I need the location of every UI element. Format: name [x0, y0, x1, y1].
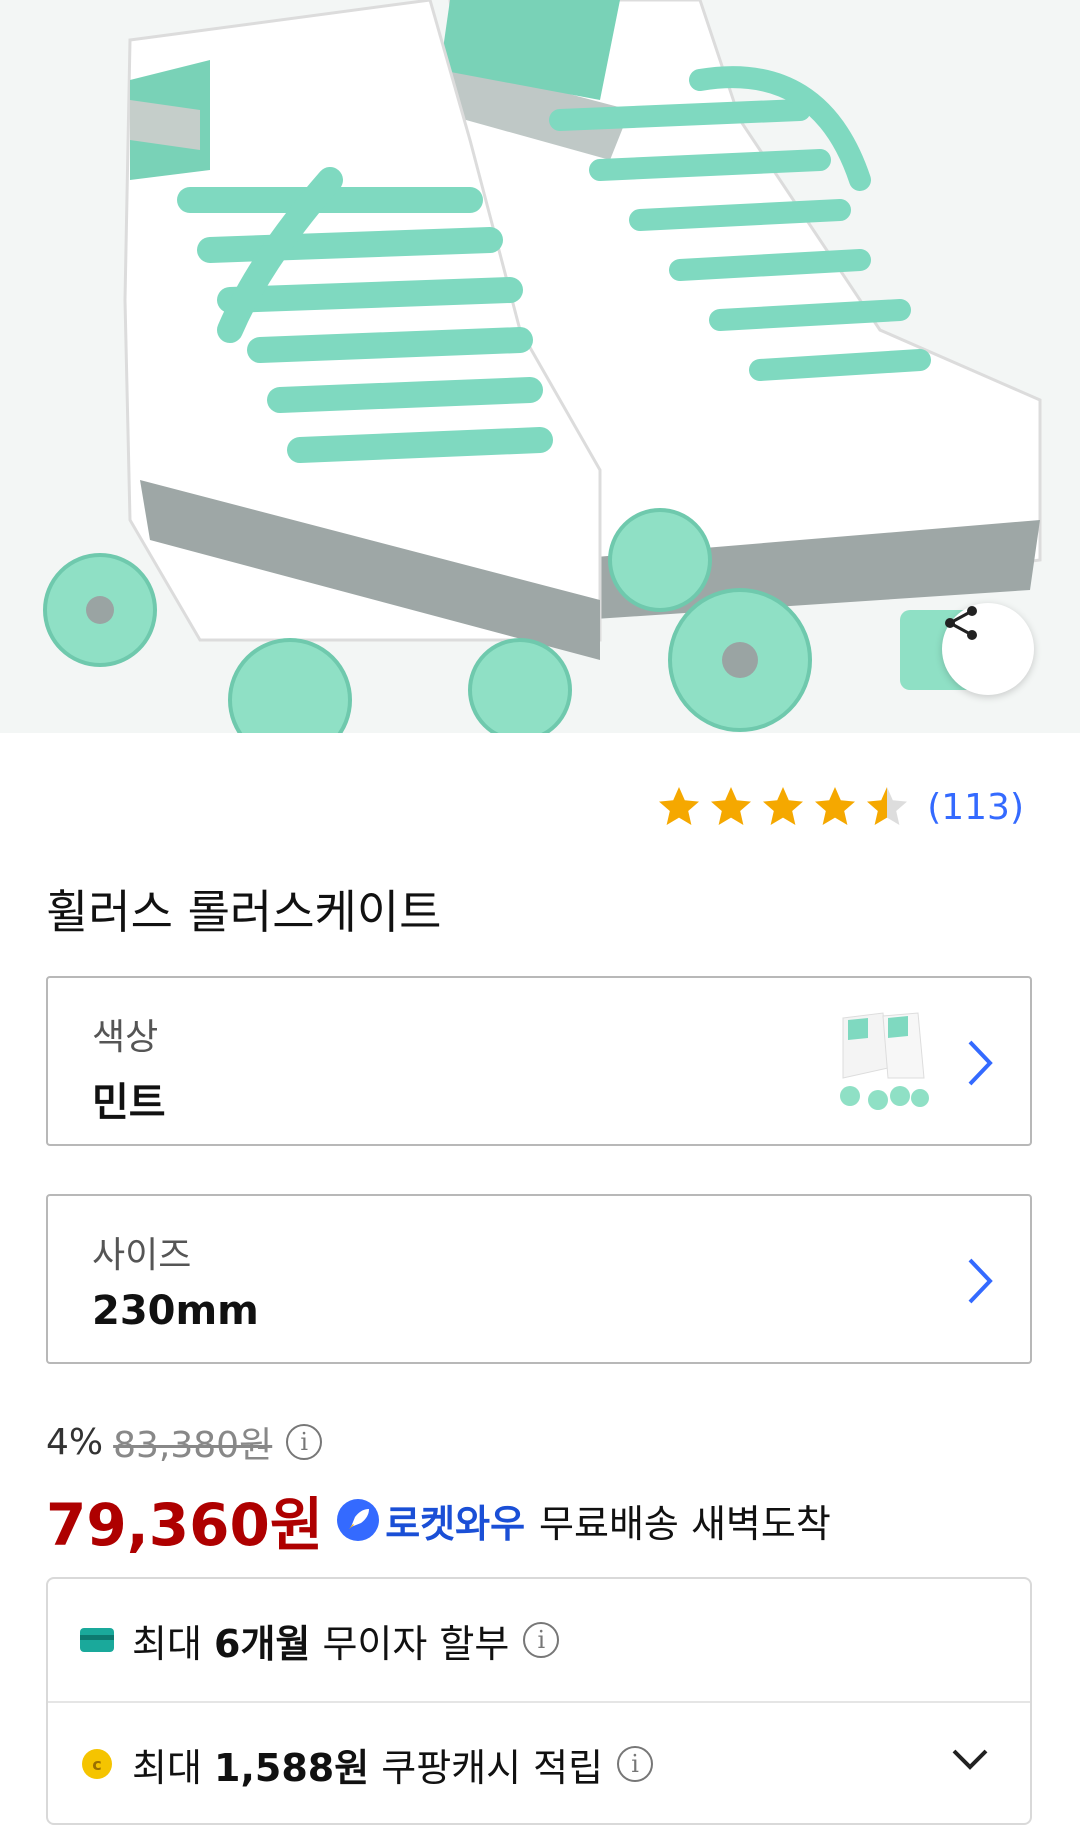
- installment-text: 최대 6개월 무이자 할부: [132, 1621, 510, 1666]
- discount-rate: 4%: [46, 1421, 104, 1463]
- chevron-right-icon: [968, 1258, 993, 1304]
- discount-row: 4% 83,380원 i: [46, 1416, 323, 1468]
- card-icon: [80, 1628, 114, 1652]
- price-row: 79,360원 로켓와우 무료배송 새벽도착: [46, 1478, 831, 1562]
- size-option-selector[interactable]: 사이즈 230mm: [46, 1194, 1032, 1364]
- chevron-down-icon[interactable]: [950, 1745, 990, 1775]
- star-half-icon: [867, 787, 908, 825]
- star-full-icon: [815, 787, 856, 825]
- info-icon[interactable]: i: [523, 1622, 560, 1658]
- info-icon[interactable]: i: [286, 1424, 323, 1460]
- rocket-wow-label: 로켓와우: [385, 1501, 526, 1546]
- option-label: 사이즈: [92, 1235, 192, 1276]
- product-title: 휠러스 롤러스케이트: [46, 885, 442, 939]
- product-detail-page: (113) 휠러스 롤러스케이트 색상 민트 사이즈 230mm 4% 83,3…: [0, 0, 1080, 1835]
- original-price: 83,380원: [113, 1425, 273, 1466]
- review-count[interactable]: (113): [927, 787, 1024, 828]
- option-value: 230mm: [92, 1288, 259, 1334]
- share-button[interactable]: [942, 603, 1034, 695]
- info-icon[interactable]: i: [617, 1746, 654, 1782]
- cash-text: 최대 1,588원 쿠팡캐시 적립: [132, 1745, 604, 1790]
- benefits-box: 최대 6개월 무이자 할부 i c 최대 1,588원 쿠팡캐시 적립 i: [46, 1577, 1032, 1825]
- star-full-icon: [659, 787, 700, 825]
- product-image[interactable]: [0, 0, 1080, 733]
- star-full-icon: [763, 787, 804, 825]
- delivery-text: 무료배송 새벽도착: [539, 1501, 831, 1546]
- roller-skates-illustration: [0, 0, 1080, 733]
- cash-benefit[interactable]: c 최대 1,588원 쿠팡캐시 적립 i: [48, 1703, 1030, 1825]
- rocket-icon: [337, 1499, 380, 1541]
- star-full-icon: [711, 787, 752, 825]
- coin-icon: c: [82, 1749, 112, 1779]
- product-rating[interactable]: (113): [655, 782, 1024, 832]
- option-value: 민트: [92, 1080, 166, 1126]
- share-icon: [945, 606, 977, 640]
- chevron-right-icon: [968, 1040, 993, 1086]
- color-option-selector[interactable]: 색상 민트: [46, 976, 1032, 1146]
- installment-benefit[interactable]: 최대 6개월 무이자 할부 i: [48, 1579, 1030, 1703]
- option-label: 색상: [92, 1017, 159, 1058]
- option-thumbnail: [828, 1008, 934, 1118]
- sale-price: 79,360원: [46, 1491, 324, 1559]
